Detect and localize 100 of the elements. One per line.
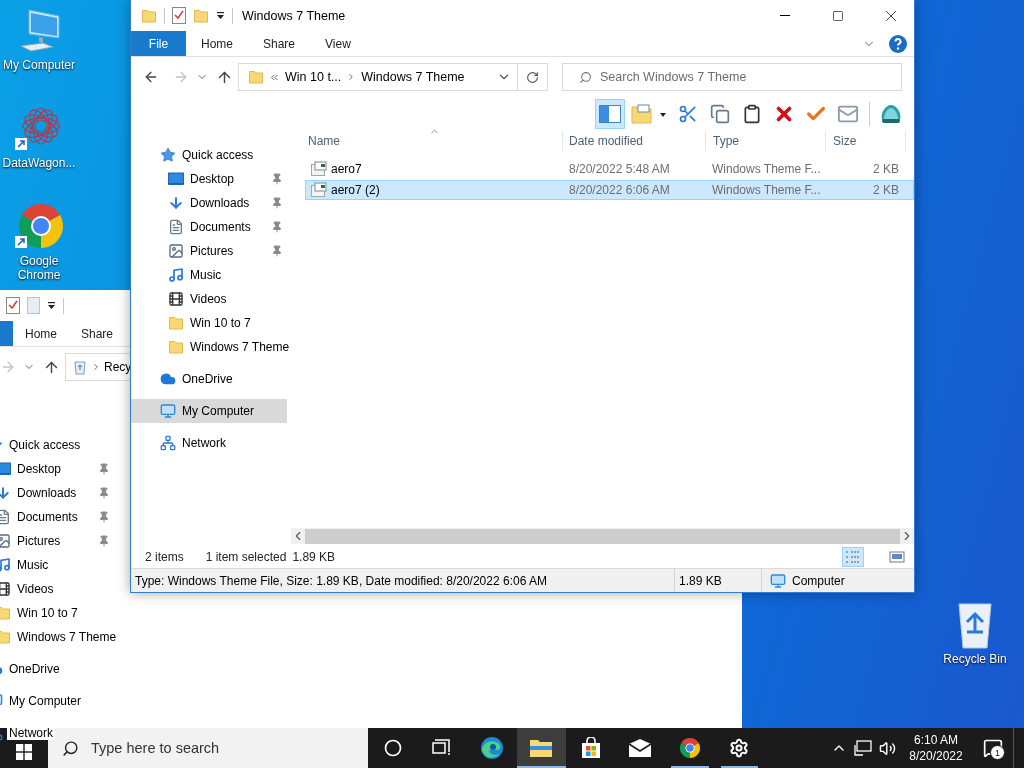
table-cell-text: 8/20/2022 5:48 AM: [568, 161, 671, 178]
details-list-icon: [845, 550, 861, 564]
nav-item[interactable]: Desktop: [0, 457, 114, 481]
windows-logo-icon: [16, 744, 32, 760]
recycle-bin-icon: [72, 359, 88, 375]
speaker-icon: [878, 739, 896, 757]
folder-icon: [168, 315, 184, 331]
film-icon: [168, 291, 184, 307]
folder-icon: [193, 7, 209, 24]
details-text: 1.89 KB: [679, 573, 722, 588]
file-row[interactable]: aero7 (2) 8/20/2022 6:06 AM Windows Theme F... 2 KB: [305, 180, 914, 200]
nav-item[interactable]: Videos: [131, 287, 287, 311]
nav-item[interactable]: Win 10 to 7: [0, 601, 114, 625]
nav-item[interactable]: Windows 7 Theme: [131, 335, 287, 359]
message-icon: [983, 738, 1003, 758]
dropdown-icon[interactable]: [216, 11, 225, 20]
nav-item[interactable]: Quick access: [131, 143, 287, 167]
nav-item[interactable]: Documents: [0, 505, 114, 529]
clock[interactable]: 6:10 AM 8/20/2022: [899, 728, 973, 768]
nav-item[interactable]: My Computer: [0, 689, 114, 713]
column-header[interactable]: Date modified: [563, 131, 706, 151]
down-arrow-icon: [168, 195, 184, 211]
scissors-icon: [678, 104, 698, 124]
ribbon-tab[interactable]: Share: [248, 31, 311, 56]
column-header[interactable]: Name: [305, 131, 563, 151]
envelope-icon: [628, 739, 653, 757]
table-cell-text: Windows Theme F...: [711, 161, 822, 178]
chrome-icon: [678, 737, 701, 759]
nav-item[interactable]: Music: [131, 263, 287, 287]
nav-item[interactable]: OneDrive: [0, 657, 114, 681]
cloud-icon: [160, 371, 176, 387]
nav-item[interactable]: Downloads: [0, 481, 114, 505]
breadcrumb[interactable]: Win 10 t...: [285, 70, 342, 84]
ribbon-tab[interactable]: Share: [69, 321, 126, 346]
nav-item[interactable]: My Computer: [131, 399, 287, 423]
nav-item[interactable]: Win 10 to 7: [131, 311, 287, 335]
theme-file-icon: [311, 161, 327, 177]
nav-item[interactable]: Videos: [0, 577, 114, 601]
nav-item[interactable]: Desktop: [131, 167, 287, 191]
thumbnail-icon: [889, 550, 905, 564]
clipboard-icon: [742, 104, 762, 124]
folder-icon: [141, 7, 157, 24]
new-folder-icon: [631, 104, 667, 124]
folder-icon: [529, 738, 554, 758]
folder-icon: [248, 69, 264, 85]
settings-icon: [729, 738, 750, 758]
nav-item[interactable]: Quick access: [0, 433, 114, 457]
column-header[interactable]: Type: [706, 131, 826, 151]
minimize-icon: [780, 15, 790, 16]
table-cell-text: 2 KB: [872, 182, 900, 199]
breadcrumb[interactable]: Windows 7 Theme: [361, 70, 465, 84]
search-icon: [62, 739, 79, 757]
help-icon: [888, 33, 908, 54]
edge-icon: [479, 736, 504, 760]
nav-item[interactable]: OneDrive: [131, 367, 287, 391]
table-cell-text: 2 KB: [872, 161, 900, 178]
network-icon: [854, 740, 872, 756]
file-row[interactable]: aero7 8/20/2022 5:48 AM Windows Theme F... 2 KB: [305, 159, 914, 179]
search-icon: [579, 70, 592, 84]
refresh-button[interactable]: [518, 63, 548, 91]
dropdown-icon[interactable]: [47, 301, 56, 310]
checklist-icon[interactable]: [172, 7, 186, 24]
ribbon-tab[interactable]: Home: [186, 31, 248, 56]
desktop-icon-label[interactable]: Recycle Bin: [943, 652, 1007, 666]
nav-item[interactable]: Documents: [131, 215, 287, 239]
table-cell-text: Windows Theme F...: [711, 182, 822, 199]
column-header[interactable]: Size: [826, 131, 906, 151]
monitor-icon: [160, 403, 176, 419]
ribbon-tab[interactable]: Home: [13, 321, 69, 346]
status-text: 1.89 KB: [292, 550, 336, 564]
nav-item[interactable]: Network: [131, 431, 287, 455]
nav-item[interactable]: Music: [0, 553, 114, 577]
circle-icon: [383, 739, 402, 757]
status-text: 1 item selected: [205, 550, 287, 564]
details-text: Type: Windows Theme File, Size: 1.89 KB, Date modified: 8/20/2022 6:06 AM: [135, 573, 547, 588]
maximize-icon: [832, 9, 844, 22]
file-tab[interactable]: File: [131, 31, 186, 56]
star-icon: [160, 147, 176, 163]
file-name: aero7 (2): [331, 183, 380, 197]
document-icon: [168, 219, 184, 235]
monitor-icon: [770, 572, 786, 589]
breadcrumb[interactable]: Recy: [104, 360, 132, 374]
status-text: 2 items: [145, 550, 184, 564]
nav-item[interactable]: Downloads: [131, 191, 287, 215]
network-icon: [160, 435, 176, 451]
chevron-right-icon: [91, 362, 101, 372]
theme-file-icon: [311, 182, 327, 198]
music-note-icon: [168, 267, 184, 283]
ribbon-tab[interactable]: View: [310, 31, 366, 56]
nav-item[interactable]: Pictures: [131, 239, 287, 263]
search-field[interactable]: Search Windows 7 Theme: [562, 63, 902, 91]
copy-icon: [710, 104, 730, 124]
checklist-icon[interactable]: [6, 297, 20, 314]
window-title: Windows 7 Theme: [242, 8, 346, 23]
shopping-bag-icon: [579, 737, 602, 759]
notifications-button[interactable]: 1: [973, 728, 1013, 768]
nav-item[interactable]: Pictures: [0, 529, 114, 553]
taskbar-app-button[interactable]: [516, 728, 566, 768]
address-bar[interactable]: Win 10 t... Windows 7 Theme: [238, 63, 518, 91]
address-bar[interactable]: Recy: [65, 353, 130, 381]
